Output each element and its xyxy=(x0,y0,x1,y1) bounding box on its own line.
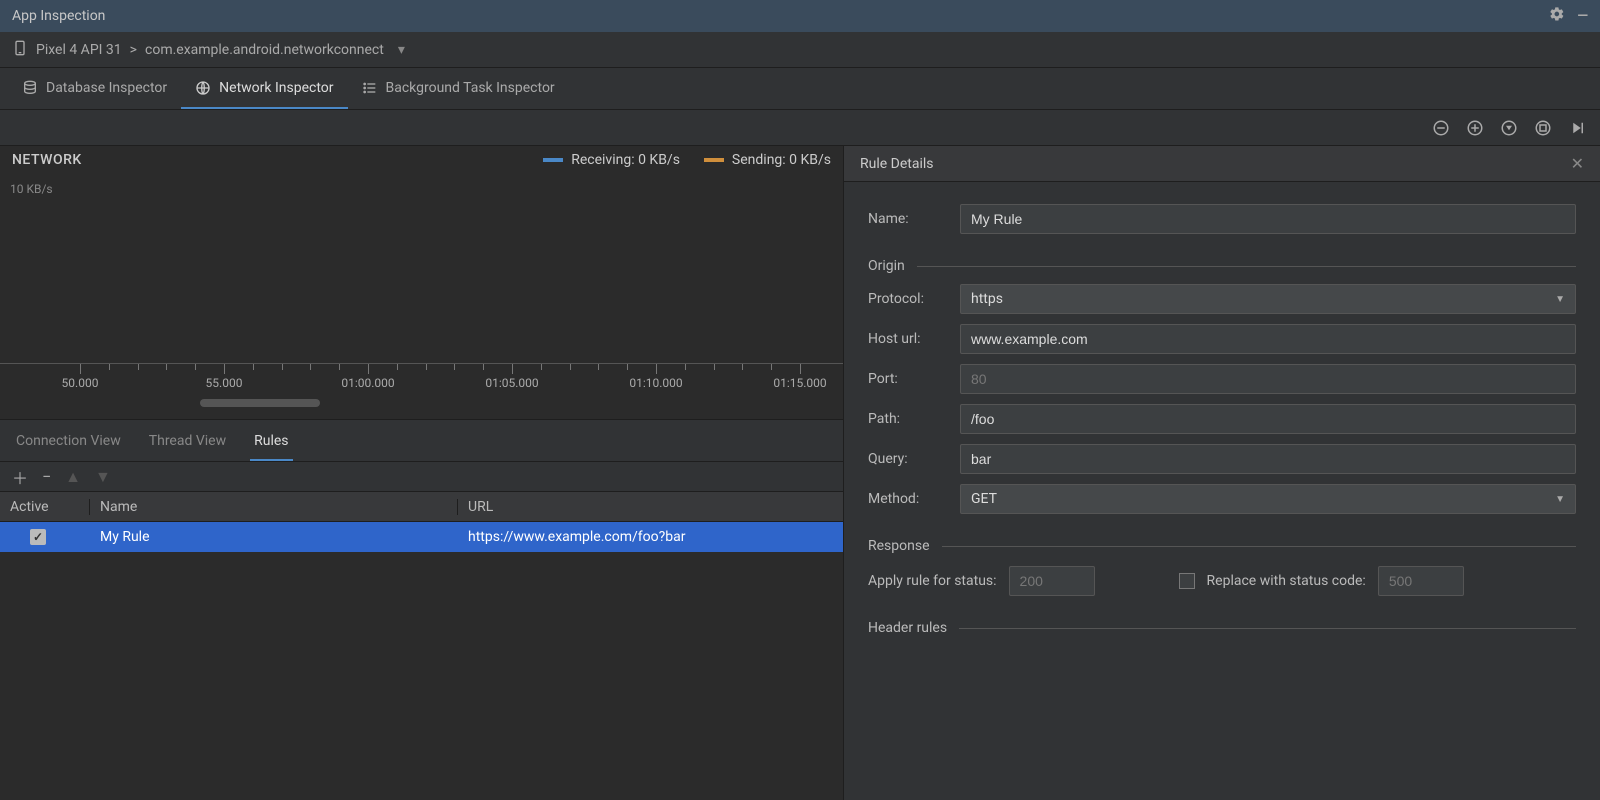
label-protocol: Protocol: xyxy=(868,291,948,307)
label-name: Name: xyxy=(868,211,948,227)
label-port: Port: xyxy=(868,371,948,387)
tab-label: Background Task Inspector xyxy=(386,80,555,96)
rule-active-checkbox[interactable]: ✓ xyxy=(30,529,46,545)
timeline-axis: 50.000 55.000 01:00.000 01:05.000 01:10.000 0… xyxy=(0,363,843,419)
chevron-down-icon[interactable]: ▾ xyxy=(398,42,405,58)
replace-status-checkbox[interactable] xyxy=(1179,573,1195,589)
move-up-button[interactable]: ▲ xyxy=(65,467,81,487)
legend-sending: Sending: 0 KB/s xyxy=(704,152,831,168)
tab-label: Network Inspector xyxy=(219,80,333,96)
x-tick-label: 50.000 xyxy=(62,376,99,390)
chevron-down-icon: ▼ xyxy=(1555,294,1565,305)
chevron-down-icon: ▼ xyxy=(1555,494,1565,505)
label-query: Query: xyxy=(868,451,948,467)
protocol-value: https xyxy=(971,291,1003,307)
apply-status-field[interactable] xyxy=(1009,566,1095,596)
query-field[interactable] xyxy=(960,444,1576,474)
label-host: Host url: xyxy=(868,331,948,347)
y-axis-label: 10 KB/s xyxy=(10,182,53,196)
process-name: com.example.android.networkconnect xyxy=(145,42,384,58)
legend-receiving: Receiving: 0 KB/s xyxy=(543,152,680,168)
rule-details-panel: Rule Details ✕ Name: Origin Protocol: ht… xyxy=(844,146,1600,800)
left-panel: NETWORK Receiving: 0 KB/s Sending: 0 KB/… xyxy=(0,146,844,800)
sub-tab-rules[interactable]: Rules xyxy=(250,423,292,461)
host-field[interactable] xyxy=(960,324,1576,354)
x-tick-label: 01:10.000 xyxy=(629,376,682,390)
remove-rule-button[interactable]: − xyxy=(42,467,51,486)
rule-url-cell: https://www.example.com/foo?bar xyxy=(458,529,843,545)
rule-name-cell: My Rule xyxy=(90,529,458,545)
tab-background-task-inspector[interactable]: Background Task Inspector xyxy=(348,68,569,109)
tab-label: Database Inspector xyxy=(46,80,167,96)
sub-tabs: Connection View Thread View Rules xyxy=(0,420,843,462)
protocol-select[interactable]: https ▼ xyxy=(960,284,1576,314)
method-select[interactable]: GET ▼ xyxy=(960,484,1576,514)
sub-tab-thread-view[interactable]: Thread View xyxy=(145,423,230,461)
rules-table-header: Active Name URL xyxy=(0,492,843,522)
port-field[interactable] xyxy=(960,364,1576,394)
close-icon[interactable]: ✕ xyxy=(1571,154,1584,173)
section-origin: Origin xyxy=(868,258,905,274)
breadcrumb[interactable]: Pixel 4 API 31 > com.example.android.net… xyxy=(0,32,1600,68)
label-apply-status: Apply rule for status: xyxy=(868,573,997,589)
database-icon xyxy=(22,80,38,96)
rules-table: Active Name URL ✓ My Rule https://www.ex… xyxy=(0,492,843,800)
inspector-toolbar xyxy=(0,110,1600,146)
section-response: Response xyxy=(868,538,930,554)
window-title: App Inspection xyxy=(12,8,105,24)
chart-title: NETWORK xyxy=(12,152,82,168)
timeline-scrollbar[interactable] xyxy=(0,399,843,409)
zoom-in-icon[interactable] xyxy=(1464,117,1486,139)
device-icon xyxy=(12,40,28,60)
device-name: Pixel 4 API 31 xyxy=(36,42,122,58)
sub-tab-connection-view[interactable]: Connection View xyxy=(12,423,125,461)
titlebar: App Inspection — xyxy=(0,0,1600,32)
col-header-url[interactable]: URL xyxy=(458,499,843,515)
col-header-name[interactable]: Name xyxy=(90,499,458,515)
col-header-active[interactable]: Active xyxy=(0,499,90,515)
x-tick-label: 01:15.000 xyxy=(773,376,826,390)
zoom-out-icon[interactable] xyxy=(1430,117,1452,139)
breadcrumb-sep: > xyxy=(130,42,137,58)
path-field[interactable] xyxy=(960,404,1576,434)
gear-icon[interactable] xyxy=(1549,6,1565,26)
list-icon xyxy=(362,80,378,96)
label-replace-status: Replace with status code: xyxy=(1207,573,1366,589)
network-chart[interactable]: NETWORK Receiving: 0 KB/s Sending: 0 KB/… xyxy=(0,146,843,420)
method-value: GET xyxy=(971,491,997,507)
go-live-icon[interactable] xyxy=(1566,117,1588,139)
zoom-selection-icon[interactable] xyxy=(1532,117,1554,139)
rules-toolbar: ＋ − ▲ ▼ xyxy=(0,462,843,492)
section-header-rules: Header rules xyxy=(868,620,947,636)
globe-icon xyxy=(195,80,211,96)
panel-title: Rule Details xyxy=(860,156,934,172)
label-path: Path: xyxy=(868,411,948,427)
x-tick-label: 01:00.000 xyxy=(341,376,394,390)
table-row[interactable]: ✓ My Rule https://www.example.com/foo?ba… xyxy=(0,522,843,552)
reset-zoom-icon[interactable] xyxy=(1498,117,1520,139)
name-field[interactable] xyxy=(960,204,1576,234)
tab-database-inspector[interactable]: Database Inspector xyxy=(8,68,181,109)
move-down-button[interactable]: ▼ xyxy=(95,467,111,487)
add-rule-button[interactable]: ＋ xyxy=(12,465,28,489)
tab-network-inspector[interactable]: Network Inspector xyxy=(181,68,347,109)
minimize-icon[interactable]: — xyxy=(1577,8,1588,24)
replace-status-field[interactable] xyxy=(1378,566,1464,596)
x-tick-label: 55.000 xyxy=(206,376,243,390)
label-method: Method: xyxy=(868,491,948,507)
x-tick-label: 01:05.000 xyxy=(485,376,538,390)
inspector-tabs: Database Inspector Network Inspector Bac… xyxy=(0,68,1600,110)
